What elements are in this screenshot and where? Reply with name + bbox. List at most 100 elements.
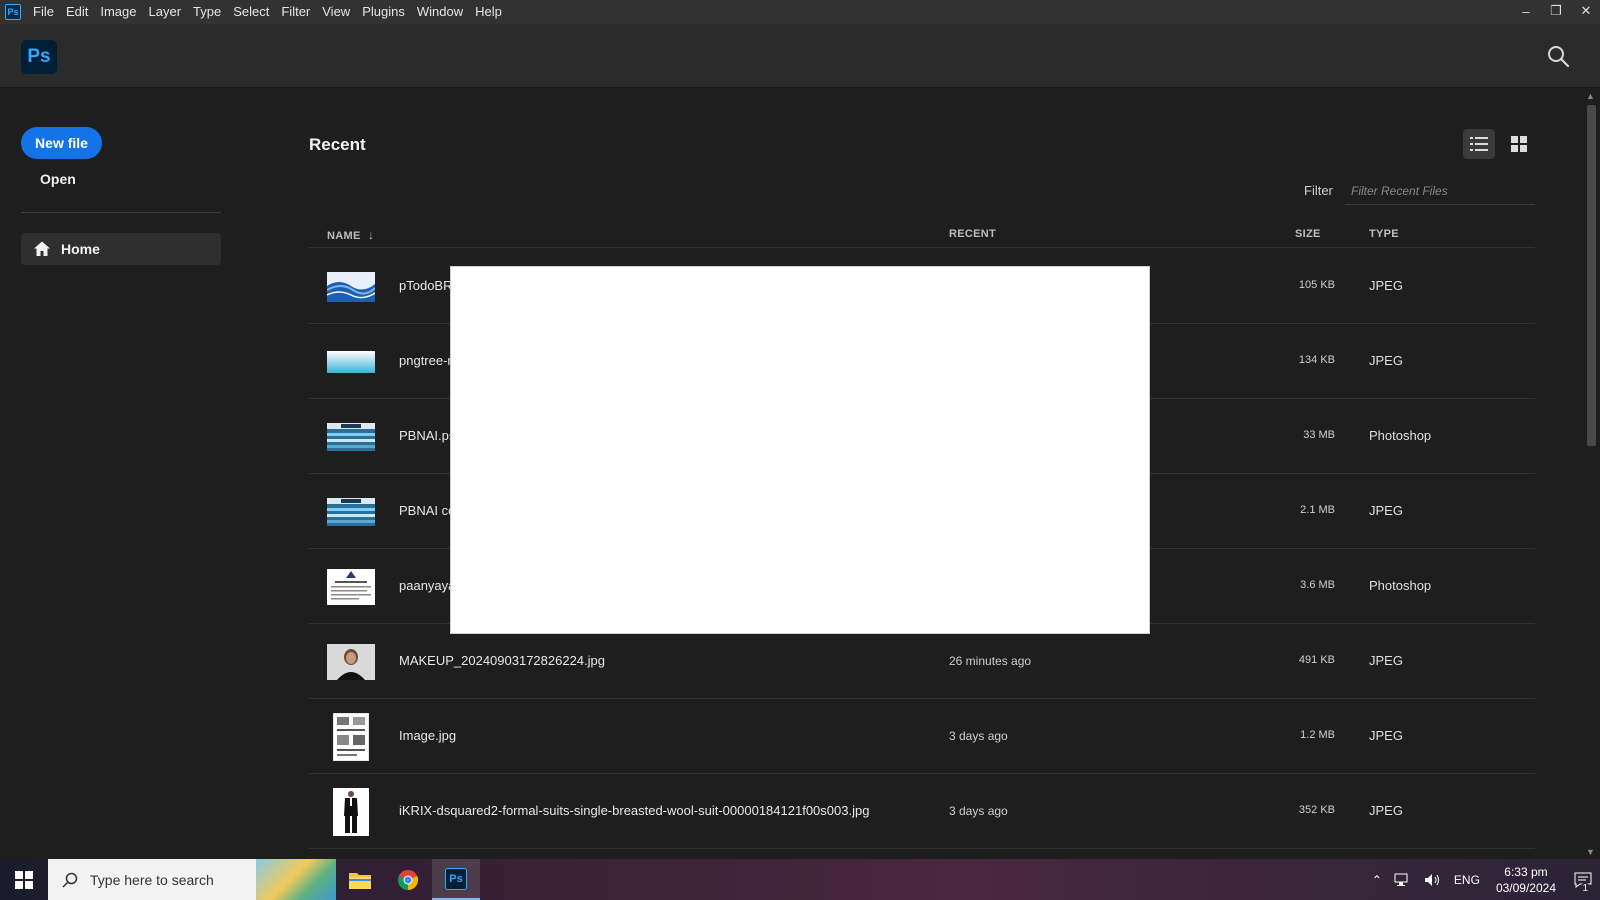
- filter-input[interactable]: [1345, 177, 1535, 205]
- sidebar-item-label: Home: [61, 241, 100, 257]
- menu-filter[interactable]: Filter: [275, 0, 316, 24]
- minimize-button[interactable]: –: [1512, 0, 1540, 22]
- file-size: 134 KB: [1298, 354, 1335, 366]
- column-header-recent[interactable]: RECENT: [949, 228, 996, 240]
- notifications-button[interactable]: 1: [1566, 859, 1600, 900]
- volume-icon[interactable]: [1424, 873, 1442, 887]
- menu-file[interactable]: File: [27, 0, 60, 24]
- column-header-name[interactable]: NAME ↓: [327, 228, 374, 242]
- file-thumbnail: [327, 413, 375, 461]
- start-button[interactable]: [0, 859, 48, 900]
- scrollbar[interactable]: ▲ ▼: [1583, 89, 1600, 859]
- column-header-type[interactable]: TYPE: [1369, 228, 1399, 240]
- taskbar-search[interactable]: Type here to search: [48, 859, 336, 900]
- taskbar-file-explorer[interactable]: [336, 859, 384, 900]
- photoshop-logo: Ps: [21, 40, 57, 74]
- taskbar-search-placeholder: Type here to search: [90, 871, 214, 888]
- window-controls: – ❐ ✕: [1510, 0, 1600, 24]
- file-recent: 3 days ago: [949, 729, 1008, 743]
- open-button[interactable]: Open: [40, 171, 76, 187]
- language-indicator[interactable]: ENG: [1454, 873, 1480, 887]
- column-header-size[interactable]: SIZE: [1295, 228, 1321, 240]
- notification-count-badge: 1: [1580, 883, 1590, 894]
- page-title: Recent: [309, 135, 366, 154]
- file-type: Photoshop: [1369, 428, 1432, 443]
- taskbar-photoshop[interactable]: Ps: [432, 859, 480, 900]
- file-name: Image.jpg: [399, 728, 457, 743]
- file-size: 3.6 MB: [1300, 579, 1335, 591]
- file-size: 491 KB: [1298, 654, 1335, 666]
- app-icon[interactable]: Ps: [5, 4, 21, 20]
- file-thumbnail: [327, 788, 375, 836]
- menu-layer[interactable]: Layer: [143, 0, 188, 24]
- menu-plugins[interactable]: Plugins: [356, 0, 411, 24]
- file-name: pngtree-r: [399, 353, 452, 368]
- menu-window[interactable]: Window: [411, 0, 469, 24]
- file-thumbnail: [327, 713, 375, 761]
- menu-view[interactable]: View: [316, 0, 356, 24]
- file-type: JPEG: [1369, 803, 1403, 818]
- clock-time: 6:33 pm: [1504, 864, 1548, 879]
- file-thumbnail: [327, 263, 375, 311]
- chevron-up-icon[interactable]: ⌃: [1372, 873, 1382, 887]
- taskbar-chrome[interactable]: [384, 859, 432, 900]
- new-file-button[interactable]: New file: [21, 127, 102, 159]
- restore-button[interactable]: ❐: [1542, 0, 1570, 22]
- menu-type[interactable]: Type: [187, 0, 227, 24]
- file-recent: 3 days ago: [949, 804, 1008, 818]
- file-type: Photoshop: [1369, 578, 1432, 593]
- menu-edit[interactable]: Edit: [60, 0, 94, 24]
- file-row[interactable]: iKRIX-dsquared2-formal-suits-single-brea…: [309, 774, 1535, 849]
- file-name: PBNAI.ps: [399, 428, 456, 443]
- file-thumbnail: [327, 488, 375, 536]
- table-header: NAME ↓ RECENT SIZE TYPE: [309, 222, 1535, 248]
- menu-select[interactable]: Select: [227, 0, 275, 24]
- sidebar-divider: [21, 212, 221, 213]
- file-row[interactable]: Image.jpg 3 days ago 1.2 MB JPEG: [309, 699, 1535, 774]
- search-button[interactable]: [1546, 44, 1572, 70]
- file-type: JPEG: [1369, 503, 1403, 518]
- home-icon: [34, 241, 50, 256]
- close-button[interactable]: ✕: [1572, 0, 1600, 22]
- grid-view-button[interactable]: [1503, 129, 1535, 159]
- clock-date: 03/09/2024: [1495, 880, 1556, 895]
- file-type: JPEG: [1369, 728, 1403, 743]
- filter-label: Filter: [1304, 183, 1333, 198]
- file-thumbnail: [327, 338, 375, 386]
- file-size: 1.2 MB: [1300, 729, 1335, 741]
- windows-icon: [15, 870, 33, 889]
- grid-view-icon: [1511, 136, 1527, 152]
- menu-help[interactable]: Help: [469, 0, 508, 24]
- taskbar: Type here to search Ps ⌃ ENG 6:33 pm 03/…: [0, 859, 1600, 900]
- view-toggle: [1455, 129, 1535, 159]
- file-thumbnail: [327, 638, 375, 686]
- column-name-label: NAME: [327, 230, 361, 242]
- file-size: 352 KB: [1298, 804, 1335, 816]
- menu-bar: Ps File Edit Image Layer Type Select Fil…: [0, 0, 1600, 24]
- sidebar-item-home[interactable]: Home: [21, 233, 221, 265]
- clock[interactable]: 6:33 pm 03/09/2024: [1496, 864, 1556, 896]
- scroll-down-icon[interactable]: ▼: [1586, 847, 1595, 857]
- file-size: 33 MB: [1303, 429, 1335, 441]
- file-name: iKRIX-dsquared2-formal-suits-single-brea…: [399, 803, 870, 818]
- file-type: JPEG: [1369, 278, 1403, 293]
- file-name: paanyaya: [399, 578, 456, 593]
- blank-overlay-panel: [450, 266, 1150, 634]
- file-type: JPEG: [1369, 653, 1403, 668]
- sort-arrow-icon: ↓: [367, 228, 375, 242]
- menu-image[interactable]: Image: [94, 0, 142, 24]
- file-row[interactable]: MAKEUP_20240903172826224.jpg 26 minutes …: [309, 624, 1535, 699]
- search-icon: [62, 872, 78, 888]
- list-view-button[interactable]: [1463, 129, 1495, 159]
- network-icon[interactable]: [1394, 873, 1412, 887]
- file-name: PBNAI co: [399, 503, 456, 518]
- photoshop-icon: Ps: [445, 867, 467, 890]
- file-name: MAKEUP_20240903172826224.jpg: [399, 653, 606, 668]
- search-highlight-image: [256, 859, 336, 900]
- file-size: 105 KB: [1298, 279, 1335, 291]
- scroll-up-icon[interactable]: ▲: [1586, 91, 1595, 101]
- scroll-thumb[interactable]: [1587, 105, 1596, 446]
- chrome-icon: [397, 869, 419, 890]
- file-type: JPEG: [1369, 353, 1403, 368]
- search-icon: [1548, 46, 1570, 68]
